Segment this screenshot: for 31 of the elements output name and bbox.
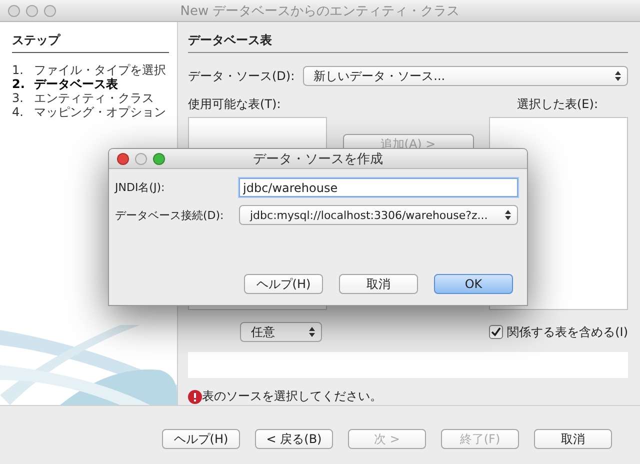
selected-tables-label: 選択した表(E): (517, 96, 598, 113)
window-control-icon[interactable] (153, 152, 165, 164)
window-control-icon[interactable] (117, 152, 129, 164)
include-related-label: 関係する表を含める(I) (507, 324, 628, 340)
mode-select[interactable]: 任意 (240, 322, 322, 342)
data-source-label: データ・ソース(D): (188, 68, 295, 84)
connection-select[interactable]: jdbc:mysql://localhost:3306/warehouse?z... (239, 205, 518, 225)
error-icon (188, 390, 202, 404)
jndi-label: JNDI名(J): (115, 180, 166, 195)
step-item: 4. マッピング・オプション (12, 105, 167, 119)
step-item: 2. データベース表 (12, 77, 119, 91)
jndi-field[interactable]: jdbc/warehouse (239, 178, 518, 197)
data-source-select[interactable]: 新しいデータ・ソース... (302, 66, 628, 86)
wizard-button[interactable]: 取消 (534, 429, 612, 449)
dialog-button[interactable]: ヘルプ(H) (244, 274, 323, 294)
steps-heading: ステップ (12, 32, 169, 53)
error-message: 表のソースを選択してください。 (202, 388, 382, 405)
step-item: 1. ファイル・タイプを選択 (12, 63, 167, 77)
connection-label: データベース接続(D): (115, 208, 225, 222)
updown-arrows-icon (309, 327, 315, 337)
wizard-button[interactable]: < 戻る(B) (255, 429, 333, 449)
include-related-checkbox[interactable] (489, 325, 504, 339)
section-heading: データベース表 (188, 32, 628, 53)
updown-arrows-icon (615, 71, 621, 81)
dialog-button[interactable]: OK (434, 274, 513, 294)
updown-arrows-icon (505, 210, 511, 220)
available-tables-label: 使用可能な表(T): (188, 96, 281, 113)
window-title: New データベースからのエンティティ・クラス (180, 2, 460, 20)
wizard-button[interactable]: ヘルプ(H) (162, 429, 240, 449)
dialog-button[interactable]: 取消 (339, 274, 418, 294)
step-item: 3. エンティティ・クラス (12, 91, 155, 105)
